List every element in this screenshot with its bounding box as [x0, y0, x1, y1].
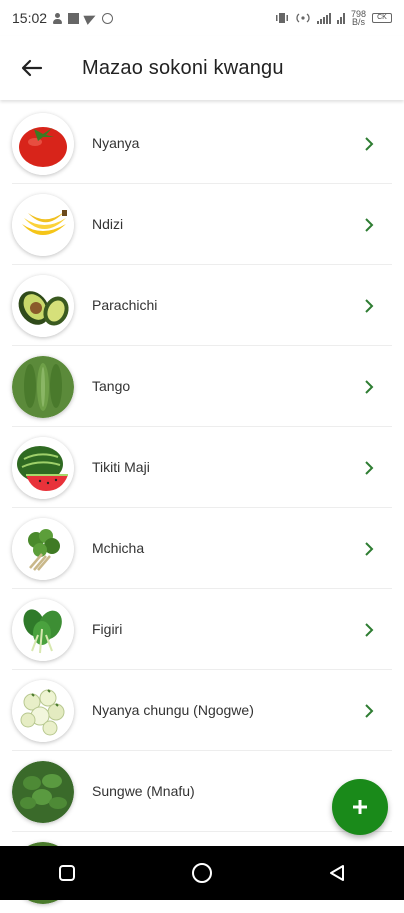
system-nav-bar — [0, 846, 404, 900]
back-button[interactable] — [14, 52, 50, 84]
nightshade-image — [12, 761, 74, 823]
square-icon — [59, 865, 76, 881]
divider — [12, 831, 392, 832]
divider — [12, 345, 392, 346]
chevron-right-icon — [365, 542, 374, 556]
watermelon-image — [12, 437, 74, 499]
list-item-ndizi[interactable]: Ndizi — [0, 185, 404, 265]
vibrate-icon — [275, 13, 288, 23]
data-speed: 798 B/s — [351, 10, 366, 27]
kale-image — [12, 599, 74, 661]
signal-2-icon — [336, 12, 345, 24]
chevron-right-icon — [365, 380, 374, 394]
page-title: Mazao sokoni kwangu — [82, 57, 284, 79]
home-button[interactable] — [182, 853, 222, 893]
add-crop-button[interactable] — [332, 779, 388, 835]
status-bar-right: 798 B/s CK — [275, 10, 392, 27]
crop-label: Parachichi — [92, 297, 158, 313]
banana-image — [12, 194, 74, 256]
list-item-mchicha[interactable]: Mchicha — [0, 509, 404, 589]
divider — [12, 264, 392, 265]
list-item-figiri[interactable]: Figiri — [0, 590, 404, 670]
crop-label: Mchicha — [92, 540, 145, 556]
chevron-right-icon — [365, 704, 374, 718]
list-item-tango[interactable]: Tango — [0, 347, 404, 427]
chevron-right-icon — [365, 461, 374, 475]
status-bar-left: 15:02 — [12, 10, 114, 26]
divider — [12, 669, 392, 670]
hotspot-icon — [296, 13, 310, 23]
crop-label: Figiri — [92, 621, 123, 637]
whatsapp-icon — [102, 12, 114, 24]
divider — [12, 588, 392, 589]
chevron-right-icon — [365, 623, 374, 637]
list-item-parachichi[interactable]: Parachichi — [0, 266, 404, 346]
triangle-back-icon — [329, 865, 344, 881]
arrow-left-icon — [21, 59, 43, 77]
divider — [12, 750, 392, 751]
system-back-button[interactable] — [317, 853, 357, 893]
crop-label: Tikiti Maji — [92, 459, 150, 475]
crop-label: Tango — [92, 378, 131, 394]
crop-label: Ndizi — [92, 216, 124, 232]
app-bar: Mazao sokoni kwangu — [0, 36, 404, 100]
tomato-image — [12, 113, 74, 175]
list-item-tikiti-maji[interactable]: Tikiti Maji — [0, 428, 404, 508]
crop-label: Nyanya chungu (Ngogwe) — [92, 702, 254, 718]
garden-egg-image — [12, 680, 74, 742]
cucumber-image — [12, 356, 74, 418]
recents-button[interactable] — [47, 853, 87, 893]
chevron-right-icon — [365, 218, 374, 232]
battery-icon: CK — [372, 13, 392, 23]
crop-label: Nyanya — [92, 135, 140, 151]
divider — [12, 426, 392, 427]
chevron-right-icon — [365, 299, 374, 313]
plus-icon — [353, 800, 367, 814]
person-icon — [53, 12, 63, 24]
divider — [12, 183, 392, 184]
image-icon — [68, 12, 80, 24]
chevron-right-icon — [365, 137, 374, 151]
crop-label: Sungwe (Mnafu) — [92, 783, 195, 799]
avocado-image — [12, 275, 74, 337]
amaranth-image — [12, 518, 74, 580]
list-item-nyanya-chungu[interactable]: Nyanya chungu (Ngogwe) — [0, 671, 404, 751]
circle-icon — [191, 863, 212, 883]
telegram-icon — [83, 11, 98, 25]
divider — [12, 507, 392, 508]
data-speed-unit: B/s — [351, 17, 365, 27]
signal-icon — [316, 12, 331, 24]
status-time: 15:02 — [12, 10, 48, 26]
status-bar: 15:02 798 B/s CK — [0, 0, 404, 36]
list-item-nyanya[interactable]: Nyanya — [0, 104, 404, 184]
